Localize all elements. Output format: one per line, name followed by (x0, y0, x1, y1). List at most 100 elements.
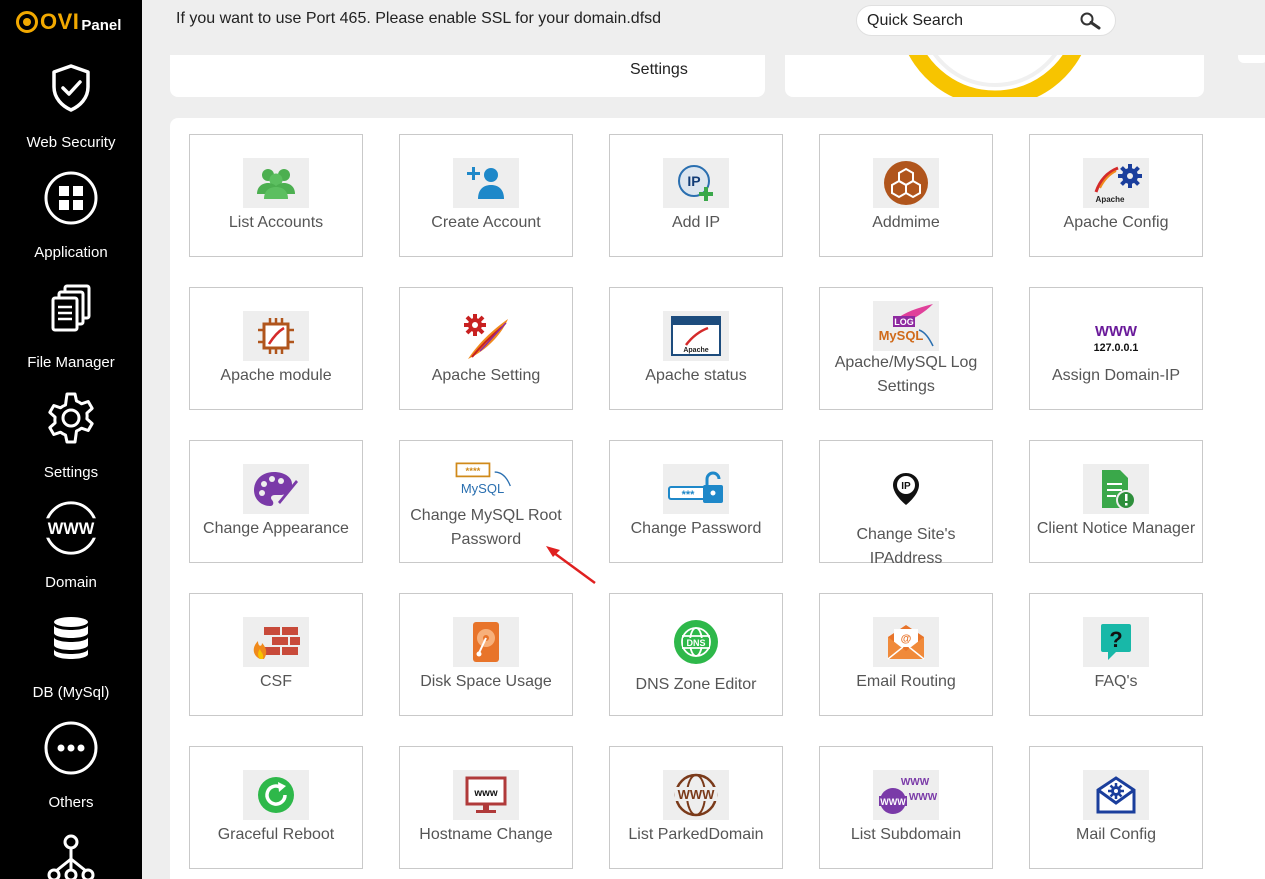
sidebar-item-network[interactable] (0, 828, 142, 879)
tile-apache-setting[interactable]: Apache Setting (399, 287, 573, 410)
red-arrow-annotation (546, 546, 596, 585)
sidebar-item-file-manager[interactable]: File Manager (0, 278, 142, 371)
sidebar-item-settings[interactable]: Settings (0, 388, 142, 481)
files-icon (41, 278, 101, 338)
tile-list-parkeddomain[interactable]: WWW List ParkedDomain (609, 746, 783, 869)
sidebar-item-label: Domain (45, 574, 97, 591)
apache-gear-icon: Apache (1083, 158, 1149, 208)
search-icon[interactable] (1079, 12, 1101, 35)
quick-search-input[interactable] (867, 11, 1067, 30)
users-group-icon (243, 158, 309, 208)
tile-add-ip[interactable]: IP Add IP (609, 134, 783, 257)
tile-label: Apache/MySQL Log Settings (834, 354, 978, 395)
tile-faqs[interactable]: ? FAQ's (1029, 593, 1203, 716)
tile-csf[interactable]: CSF (189, 593, 363, 716)
tile-apache-config[interactable]: Apache Apache Config (1029, 134, 1203, 257)
tile-change-appearance[interactable]: Change Appearance (189, 440, 363, 563)
gauge-arc (908, 55, 1082, 97)
tile-label: Client Notice Manager (1036, 520, 1196, 537)
tile-label: Hostname Change (419, 826, 553, 843)
svg-text:DNS: DNS (686, 638, 705, 648)
svg-text:Apache: Apache (1096, 195, 1125, 204)
tile-apache-module[interactable]: Apache module (189, 287, 363, 410)
firewall-icon (243, 617, 309, 667)
tile-label: Apache status (645, 367, 747, 384)
tile-disk-space-usage[interactable]: Disk Space Usage (399, 593, 573, 716)
tile-label: Addmime (872, 214, 940, 231)
tile-dns-zone-editor[interactable]: DNS DNS Zone Editor (609, 593, 783, 716)
top-card-settings: Settings (170, 55, 765, 97)
disk-icon (453, 617, 519, 667)
tile-label: Email Routing (856, 673, 956, 690)
tile-label: Change Appearance (203, 520, 349, 537)
sidebar-item-db-mysql[interactable]: DB (MySql) (0, 608, 142, 701)
tile-email-routing[interactable]: @ Email Routing (819, 593, 993, 716)
log-mysql-icon: LOG MySQL (873, 301, 939, 351)
sidebar-item-label: Application (34, 244, 108, 261)
logo-text-panel: Panel (81, 16, 122, 34)
sidebar-item-label: File Manager (27, 354, 115, 371)
tile-label: DNS Zone Editor (635, 676, 757, 693)
tile-hostname-change[interactable]: www Hostname Change (399, 746, 573, 869)
sidebar: OVI Panel Web Security Application File … (0, 0, 142, 879)
sidebar-item-label: Web Security (26, 134, 116, 151)
svg-text:MySQL: MySQL (879, 328, 924, 343)
tile-graceful-reboot[interactable]: Graceful Reboot (189, 746, 363, 869)
svg-text:WWW: WWW (901, 777, 930, 788)
tile-label: Disk Space Usage (420, 673, 552, 690)
tile-change-site-ipaddress[interactable]: IP Change Site's IPAddress (819, 440, 993, 567)
mail-gear-icon (1083, 770, 1149, 820)
tile-change-password[interactable]: *** Change Password (609, 440, 783, 563)
tile-mail-config[interactable]: Mail Config (1029, 746, 1203, 869)
ssl-notice: If you want to use Port 465. Please enab… (176, 10, 662, 27)
svg-text:IP: IP (687, 173, 700, 189)
dns-globe-icon: DNS (663, 618, 729, 666)
svg-text:MySQL: MySQL (461, 481, 504, 496)
tile-addmime[interactable]: Addmime (819, 134, 993, 257)
svg-text:WWW: WWW (880, 797, 906, 807)
reboot-icon (243, 770, 309, 820)
tile-label: Assign Domain-IP (1051, 367, 1181, 384)
network-icon (41, 828, 101, 879)
tile-list-subdomain[interactable]: WWW WWW WWW List Subdomain (819, 746, 993, 869)
monitor-www-icon: www (453, 770, 519, 820)
apache-feather-gear-icon (453, 311, 519, 361)
database-icon (41, 608, 101, 668)
more-dots-icon (41, 718, 101, 778)
tile-label: List ParkedDomain (628, 826, 764, 843)
tile-client-notice-manager[interactable]: Client Notice Manager (1029, 440, 1203, 563)
tile-create-account[interactable]: Create Account (399, 134, 573, 257)
email-routing-icon: @ (873, 617, 939, 667)
quick-search[interactable] (856, 5, 1116, 36)
grid-apps-icon (41, 168, 101, 228)
svg-text:www: www (473, 788, 498, 799)
add-ip-icon: IP (663, 158, 729, 208)
svg-text:WWW: WWW (678, 787, 716, 802)
logo-ring-icon (16, 11, 38, 33)
tile-list-accounts[interactable]: List Accounts (189, 134, 363, 257)
logo-text-ovi: OVI (40, 9, 80, 34)
www-icon: WWW (41, 498, 101, 558)
svg-text:***: *** (682, 489, 696, 501)
svg-text:IP: IP (901, 481, 911, 492)
svg-text:LOG: LOG (894, 317, 914, 327)
www-globe-icon: WWW (663, 770, 729, 820)
svg-text:@: @ (901, 633, 912, 645)
ovipanel-logo[interactable]: OVI Panel (16, 6, 126, 38)
sidebar-item-domain[interactable]: WWW Domain (0, 498, 142, 591)
tile-apache-mysql-log-settings[interactable]: LOG MySQL Apache/MySQL Log Settings (819, 287, 993, 410)
sidebar-item-label: Others (48, 794, 94, 811)
svg-text:****: **** (466, 466, 481, 477)
tile-assign-domain-ip[interactable]: WWW 127.0.0.1 Assign Domain-IP (1029, 287, 1203, 410)
tile-apache-status[interactable]: Apache Apache status (609, 287, 783, 410)
boxes-icon (873, 158, 939, 208)
ip-pin-icon: IP (873, 469, 939, 509)
tile-label: Change Site's IPAddress (856, 526, 956, 567)
sidebar-item-web-security[interactable]: Web Security (0, 58, 142, 151)
sidebar-item-others[interactable]: Others (0, 718, 142, 811)
sidebar-item-application[interactable]: Application (0, 168, 142, 261)
subdomain-www-icon: WWW WWW WWW (873, 770, 939, 820)
tile-label: Mail Config (1075, 826, 1157, 843)
shield-check-icon (41, 58, 101, 118)
www-ip-icon: WWW 127.0.0.1 (1083, 311, 1149, 361)
